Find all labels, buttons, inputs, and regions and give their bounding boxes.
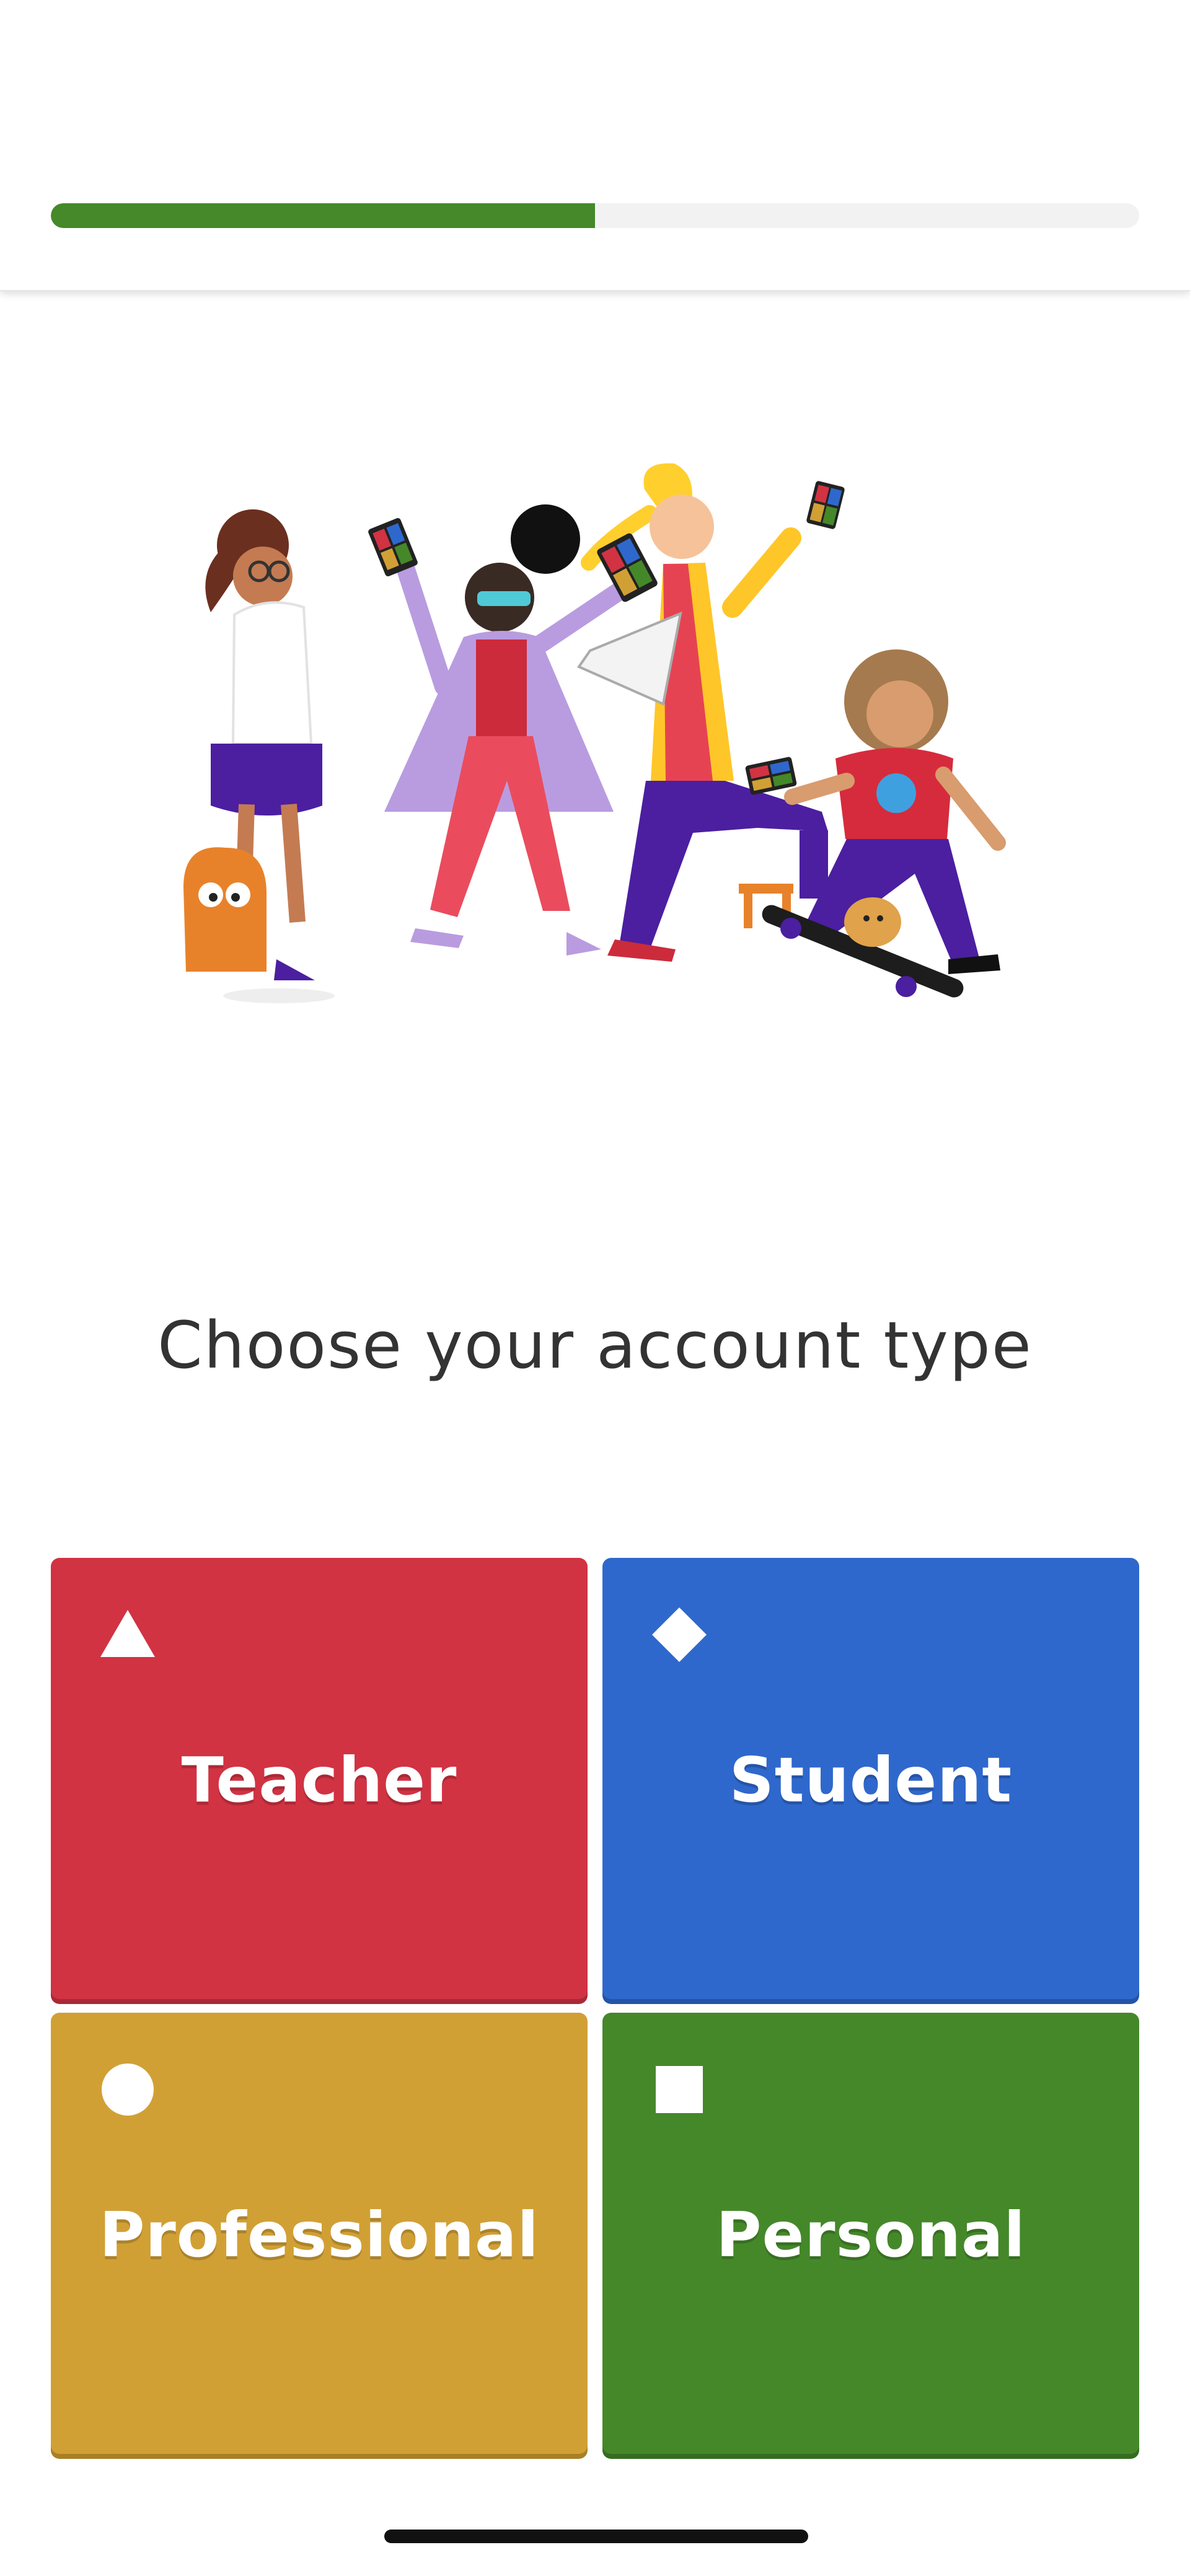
professional-option-label: Professional <box>99 2199 539 2271</box>
progress-bar-fill <box>51 203 595 228</box>
personal-option-label: Personal <box>716 2199 1026 2271</box>
triangle-icon <box>100 1610 155 1657</box>
teacher-option-label: Teacher <box>181 1744 457 1816</box>
square-icon <box>656 2066 703 2113</box>
progress-bar <box>51 203 1139 228</box>
teacher-option[interactable]: Teacher <box>51 1558 588 1999</box>
professional-option[interactable]: Professional <box>51 2013 588 2454</box>
people-illustration <box>183 463 1006 1003</box>
personal-option[interactable]: Personal <box>602 2013 1139 2454</box>
student-option-label: Student <box>729 1744 1013 1816</box>
home-indicator[interactable] <box>384 2530 808 2543</box>
circle-icon <box>102 2064 154 2116</box>
diamond-icon <box>652 1607 707 1662</box>
student-option[interactable]: Student <box>602 1558 1139 1999</box>
top-bar <box>0 0 1190 291</box>
page-title: Choose your account type <box>157 1308 1033 1383</box>
